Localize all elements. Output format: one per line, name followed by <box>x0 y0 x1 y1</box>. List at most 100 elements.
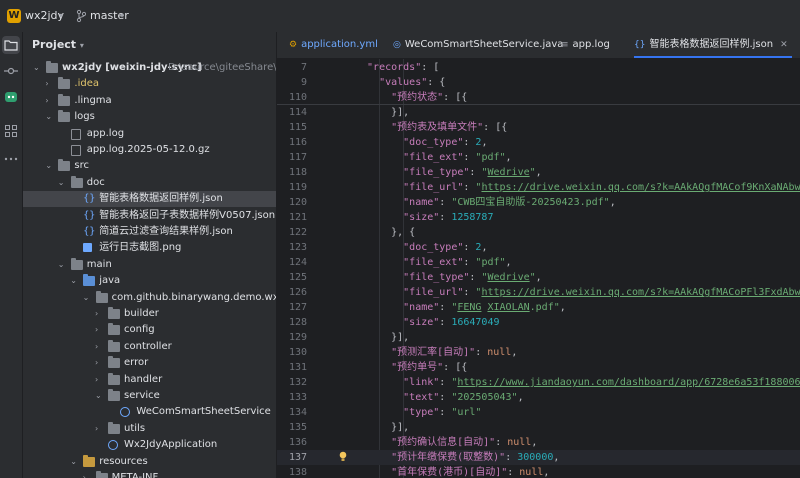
tree-item[interactable]: › config <box>23 322 276 338</box>
code-line[interactable]: 7 "records": [ <box>277 60 800 75</box>
chevron-right-icon[interactable]: › <box>45 93 48 109</box>
structure-icon <box>5 125 17 137</box>
tree-item[interactable]: ⌄ doc <box>23 175 276 191</box>
tree-item[interactable]: {} 简道云过滤查询结果样例.json <box>23 224 276 240</box>
tree-item[interactable]: {} 智能表格返回子表数据样例V0507.json <box>23 208 276 224</box>
tree-item[interactable]: › .lingma <box>23 93 276 109</box>
tree-item[interactable]: ⌄ service <box>23 388 276 404</box>
tree-item[interactable]: ⌄ com.github.binarywang.demo.wx.cp <box>23 290 276 306</box>
folder-icon <box>108 372 120 385</box>
code-line[interactable]: 137 "预计年缴保费(取整数)": 300000, <box>277 450 800 465</box>
code-line[interactable]: 124 "file_ext": "pdf", <box>277 255 800 270</box>
chevron-down-icon[interactable]: ⌄ <box>70 273 77 289</box>
project-badge[interactable]: W <box>7 9 21 23</box>
code-line[interactable]: 110 "预约状态": [{ <box>277 90 800 105</box>
line-number: 125 <box>288 272 307 283</box>
chevron-down-icon[interactable]: ⌄ <box>83 290 90 306</box>
tree-item[interactable]: {} 智能表格数据返回样例.json <box>23 191 276 208</box>
code-text: "file_type": "Wedrive", <box>403 167 542 178</box>
chevron-down-icon[interactable]: ▾ <box>59 11 63 20</box>
code-line[interactable]: 126 "file_url": "https://drive.weixin.qq.… <box>277 285 800 300</box>
editor-tab[interactable]: {} 智能表格数据返回样例.json ✕ <box>634 32 792 58</box>
tree-item[interactable]: WeComSmartSheetService <box>23 404 276 420</box>
tree-item[interactable]: ⌄ main <box>23 257 276 273</box>
chevron-right-icon[interactable]: › <box>45 76 48 92</box>
editor-tab[interactable]: ◎ WeComSmartSheetService.java <box>393 32 563 58</box>
code-line[interactable]: 117 "file_ext": "pdf", <box>277 150 800 165</box>
tree-item[interactable]: › handler <box>23 372 276 388</box>
code-line[interactable]: 9 "values": { <box>277 75 800 90</box>
chevron-right-icon[interactable]: › <box>95 421 98 437</box>
chevron-down-icon[interactable]: ▾ <box>80 41 84 50</box>
tree-item[interactable]: › controller <box>23 339 276 355</box>
code-line[interactable]: 120 "name": "CWB四宝自助版-20250423.pdf", <box>277 195 800 210</box>
code-editor[interactable]: 7 "records": [9 "values": {110 "预约状态": [{11… <box>277 59 800 478</box>
lingma-tool-button[interactable] <box>2 88 20 106</box>
code-line[interactable]: 134 "type": "url" <box>277 405 800 420</box>
tree-item[interactable]: › builder <box>23 306 276 322</box>
chevron-down-icon[interactable]: ⌄ <box>58 175 65 191</box>
tree-item[interactable]: ⌄ resources <box>23 454 276 470</box>
tree-item[interactable]: 运行日志截图.png <box>23 240 276 256</box>
tree-item[interactable]: › utils <box>23 421 276 437</box>
code-line[interactable]: 115 "预约表及填单文件": [{ <box>277 120 800 135</box>
code-line[interactable]: 129}], <box>277 330 800 345</box>
code-line[interactable]: 128 "size": 16647049 <box>277 315 800 330</box>
tree-item[interactable]: app.log <box>23 126 276 142</box>
tree-item[interactable]: ⌄ java <box>23 273 276 289</box>
code-line[interactable]: 130 "预测汇率[自动]": null, <box>277 345 800 360</box>
code-text: "首年保费(港币)[自动]": null, <box>391 467 550 478</box>
chevron-down-icon[interactable]: ⌄ <box>33 60 40 76</box>
code-line[interactable]: 116 "doc_type": 2, <box>277 135 800 150</box>
title-bar: W wx2jdy ▾ master ▾ <box>0 0 800 33</box>
code-line[interactable]: 131 "预约单号": [{ <box>277 360 800 375</box>
tree-item[interactable]: › error <box>23 355 276 371</box>
structure-tool-button[interactable] <box>2 122 20 140</box>
chevron-right-icon[interactable]: › <box>95 306 98 322</box>
editor-tab[interactable]: ≡ app.log <box>561 32 610 58</box>
chevron-down-icon[interactable]: ⌄ <box>45 158 52 174</box>
tab-label: WeComSmartSheetService.java <box>404 39 564 50</box>
tree-item-label: error <box>124 357 149 369</box>
tree-item[interactable]: ⌄ wx2jdy [weixin-jdy-sync] D:\source\gitee… <box>23 60 276 76</box>
chevron-right-icon[interactable]: › <box>95 322 98 338</box>
chevron-right-icon[interactable]: › <box>83 470 86 478</box>
code-text: "file_ext": "pdf", <box>403 152 512 163</box>
tree-item[interactable]: app.log.2025-05-12.0.gz <box>23 142 276 158</box>
editor-tab[interactable]: ⚙ application.yml <box>289 32 378 58</box>
code-line[interactable]: 119 "file_url": "https://drive.weixin.qq.… <box>277 180 800 195</box>
project-tool-button[interactable] <box>2 36 20 54</box>
code-line[interactable]: 127 "name": "FENG XIAOLAN.pdf", <box>277 300 800 315</box>
more-tools-button[interactable] <box>2 150 20 168</box>
code-line[interactable]: 132 "link": "https://www.jiandaoyun.com/d… <box>277 375 800 390</box>
code-line[interactable]: 138 "首年保费(港币)[自动]": null, <box>277 465 800 478</box>
code-line[interactable]: 123 "doc_type": 2, <box>277 240 800 255</box>
chevron-down-icon[interactable]: ▾ <box>120 11 124 20</box>
code-line[interactable]: 136 "预约确认信息[自动]": null, <box>277 435 800 450</box>
code-line[interactable]: 135}], <box>277 420 800 435</box>
chevron-right-icon[interactable]: › <box>95 355 98 371</box>
tree-item-label: service <box>124 390 160 401</box>
code-line[interactable]: 133 "text": "202505043", <box>277 390 800 405</box>
line-number: 129 <box>288 332 307 343</box>
code-line[interactable]: 122}, { <box>277 225 800 240</box>
tree-item[interactable]: › .idea <box>23 76 276 92</box>
chevron-down-icon[interactable]: ⌄ <box>70 454 77 470</box>
tree-item[interactable]: ⌄ logs <box>23 109 276 125</box>
line-number: 122 <box>288 227 307 238</box>
chevron-down-icon[interactable]: ⌄ <box>95 388 102 404</box>
close-icon[interactable]: ✕ <box>780 40 788 50</box>
code-line[interactable]: 125 "file_type": "Wedrive", <box>277 270 800 285</box>
lightbulb-icon[interactable] <box>339 451 347 462</box>
tree-item[interactable]: ⌄ src <box>23 158 276 174</box>
code-line[interactable]: 114}], <box>277 105 800 120</box>
code-line[interactable]: 118 "file_type": "Wedrive", <box>277 165 800 180</box>
commit-tool-button[interactable] <box>2 62 20 80</box>
tree-item[interactable]: Wx2JdyApplication <box>23 437 276 453</box>
chevron-down-icon[interactable]: ⌄ <box>45 109 52 125</box>
tree-item[interactable]: › META-INF <box>23 470 276 478</box>
chevron-right-icon[interactable]: › <box>95 339 98 355</box>
chevron-down-icon[interactable]: ⌄ <box>58 257 65 273</box>
chevron-right-icon[interactable]: › <box>95 372 98 388</box>
code-line[interactable]: 121 "size": 1258787 <box>277 210 800 225</box>
